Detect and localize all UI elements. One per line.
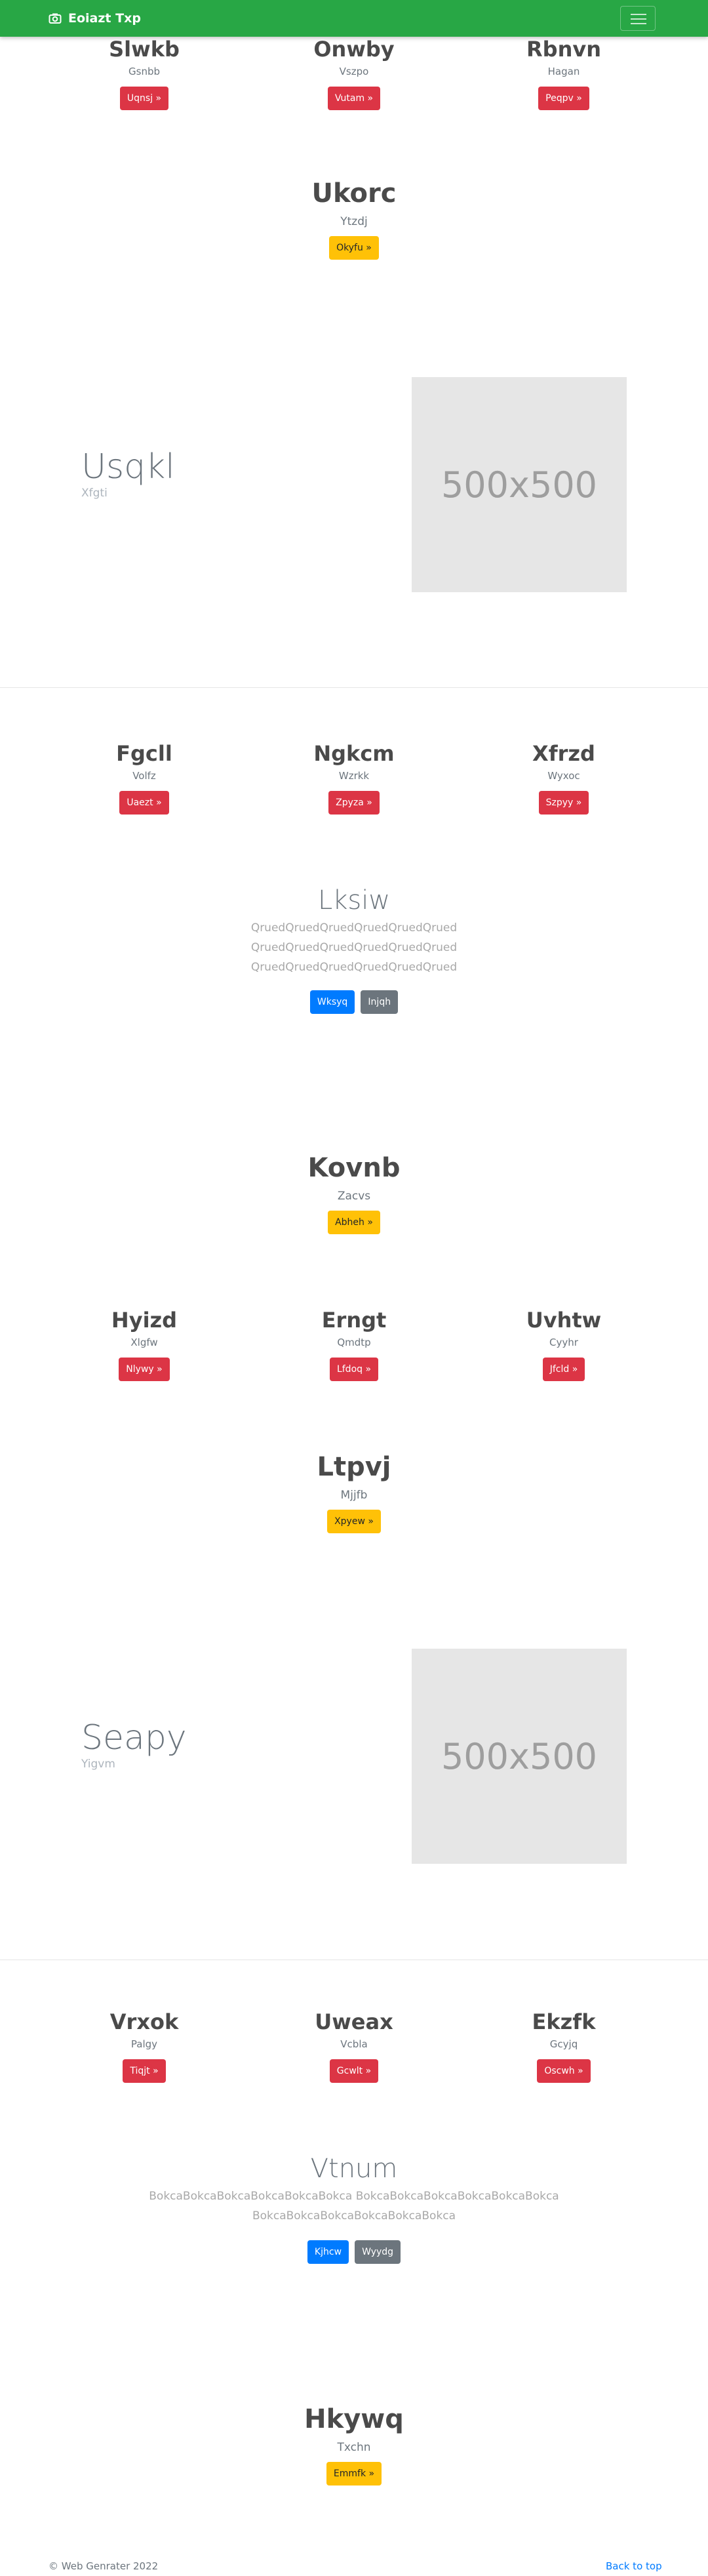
column-button[interactable]: Jfcld » [542, 1358, 585, 1381]
marketing-block: Lksiw QruedQruedQruedQruedQruedQrued Qru… [0, 885, 708, 1014]
column-subtitle: Vcbla [340, 2038, 368, 2050]
marketing-text-line: BokcaBokcaBokcaBokcaBokcaBokca BokcaBokc… [149, 2190, 559, 2203]
center-button[interactable]: Emmfk » [326, 2462, 382, 2485]
column-1: Fgcll Volfz Uaezt » [39, 741, 249, 815]
secondary-button[interactable]: Injqh [361, 990, 399, 1014]
feature-subtitle: Yigvm [81, 1758, 115, 1771]
column-subtitle: Cyyhr [549, 1337, 578, 1348]
marketing-text-line: QruedQruedQruedQruedQruedQrued [250, 921, 458, 935]
column-subtitle: Palgy [130, 2038, 158, 2050]
divider [0, 687, 708, 688]
column-title: Slwkb [109, 37, 180, 62]
column-1: Vrxok Palgy Tiqjt » [39, 2009, 249, 2083]
menu-icon-bar [631, 23, 646, 24]
brand-text: Eoiazt Txp [68, 11, 141, 26]
column-title: Erngt [321, 1308, 387, 1333]
center-button[interactable]: Okyfu » [329, 236, 379, 260]
camera-icon [49, 13, 62, 24]
center-subtitle: Ytzdj [340, 215, 368, 228]
center-block: Ukorc Ytzdj Okyfu » [0, 178, 708, 260]
marketing-text-line: QruedQruedQruedQruedQruedQrued [250, 961, 458, 974]
column-button[interactable]: Peqpv » [538, 87, 589, 110]
marketing-title: Vtnum [310, 2154, 398, 2184]
column-subtitle: Wzrkk [338, 770, 370, 782]
center-block: Ltpvj Mjjfb Xpyew » [0, 1452, 708, 1533]
column-subtitle: Xlgfw [130, 1337, 158, 1348]
column-button[interactable]: Uaezt » [119, 791, 169, 815]
column-2: Ngkcm Wzrkk Zpyza » [249, 741, 459, 815]
footer-copyright: © Web Genrater 2022 [49, 2560, 159, 2572]
column-button[interactable]: Uqnsj » [119, 87, 169, 110]
feature-text: Seapy Yigvm [81, 1718, 187, 1771]
center-title: Ukorc [311, 178, 397, 209]
feature-subtitle: Xfgti [81, 487, 108, 500]
column-title: Ngkcm [313, 741, 395, 766]
center-subtitle: Mjjfb [340, 1489, 368, 1502]
column-button[interactable]: Vutam » [327, 87, 381, 110]
feature-image-placeholder: 500x500 [412, 377, 627, 592]
feature-text: Usqkl Xfgti [81, 447, 175, 500]
column-button[interactable]: Zpyza » [328, 791, 380, 815]
column-title: Ekzfk [532, 2009, 596, 2034]
navbar: Eoiazt Txp [0, 0, 708, 37]
column-3: Rbnvn Hagan Peqpv » [459, 37, 669, 110]
center-title: Kovnb [307, 1153, 401, 1183]
secondary-button[interactable]: Wyydg [355, 2240, 401, 2264]
center-button[interactable]: Abheh » [328, 1211, 380, 1234]
navbar-toggler-button[interactable] [620, 6, 656, 31]
column-button[interactable]: Lfdoq » [329, 1358, 379, 1381]
menu-icon [631, 14, 646, 15]
column-subtitle: Wyxoc [547, 770, 580, 782]
center-block: Kovnb Zacvs Abheh » [0, 1153, 708, 1234]
marketing-title: Lksiw [317, 885, 391, 916]
primary-button[interactable]: Kjhcw [307, 2240, 349, 2264]
column-3: Ekzfk Gcyjq Oscwh » [459, 2009, 669, 2083]
center-subtitle: Txchn [337, 2441, 371, 2454]
column-title: Xfrzd [532, 741, 595, 766]
feature-image-placeholder: 500x500 [412, 1649, 627, 1864]
center-title: Ltpvj [317, 1452, 391, 1482]
column-title: Hyizd [111, 1308, 178, 1333]
column-title: Rbnvn [526, 37, 601, 62]
column-3: Uvhtw Cyyhr Jfcld » [459, 1308, 669, 1381]
column-title: Uvhtw [526, 1308, 602, 1333]
column-2: Uweax Vcbla Gcwlt » [249, 2009, 459, 2083]
column-button[interactable]: Gcwlt » [329, 2059, 379, 2083]
column-title: Vrxok [109, 2009, 179, 2034]
column-2: Onwby Vszpo Vutam » [249, 37, 459, 110]
menu-icon-bar [631, 18, 646, 20]
center-subtitle: Zacvs [337, 1190, 371, 1203]
column-button[interactable]: Oscwh » [537, 2059, 591, 2083]
center-title: Hkywq [304, 2404, 404, 2434]
marketing-block: Vtnum BokcaBokcaBokcaBokcaBokcaBokca Bok… [0, 2154, 708, 2264]
column-title: Fgcll [116, 741, 172, 766]
column-subtitle: Qmdtp [337, 1337, 371, 1348]
feature-title: Usqkl [81, 447, 175, 487]
column-title: Uweax [315, 2009, 393, 2034]
column-subtitle: Gsnbb [128, 66, 160, 77]
column-title: Onwby [313, 37, 395, 62]
feature-title: Seapy [81, 1718, 187, 1758]
column-button[interactable]: Szpyy » [538, 791, 589, 815]
column-button[interactable]: Tiqjt » [123, 2059, 166, 2083]
navbar-brand[interactable]: Eoiazt Txp [49, 0, 141, 37]
center-button[interactable]: Xpyew » [327, 1510, 381, 1533]
back-to-top-link[interactable]: Back to top [606, 2560, 662, 2572]
column-subtitle: Hagan [547, 66, 580, 77]
column-1: Slwkb Gsnbb Uqnsj » [39, 37, 249, 110]
marketing-text-line: QruedQruedQruedQruedQruedQrued [250, 941, 458, 954]
marketing-text-line: BokcaBokcaBokcaBokcaBokcaBokca [252, 2209, 456, 2223]
primary-button[interactable]: Wksyq [309, 990, 355, 1014]
column-3: Xfrzd Wyxoc Szpyy » [459, 741, 669, 815]
column-subtitle: Volfz [132, 770, 156, 782]
column-button[interactable]: Nlywy » [119, 1358, 170, 1381]
column-1: Hyizd Xlgfw Nlywy » [39, 1308, 249, 1381]
column-subtitle: Gcyjq [549, 2038, 578, 2050]
column-2: Erngt Qmdtp Lfdoq » [249, 1308, 459, 1381]
column-subtitle: Vszpo [339, 66, 369, 77]
center-block: Hkywq Txchn Emmfk » [0, 2404, 708, 2485]
